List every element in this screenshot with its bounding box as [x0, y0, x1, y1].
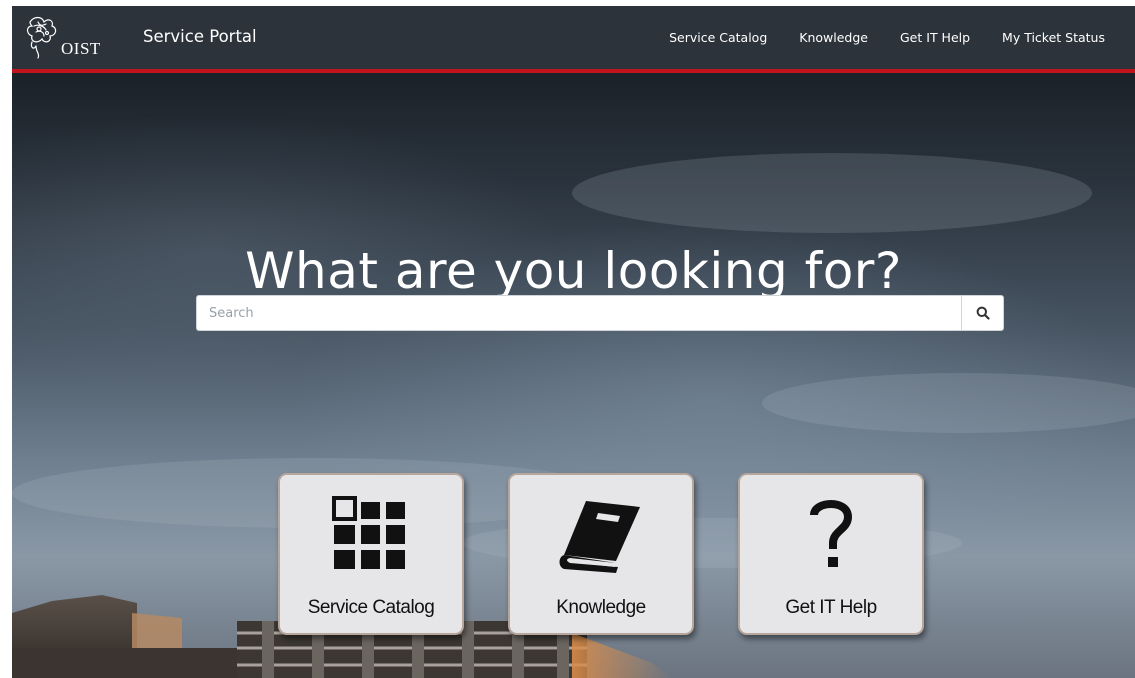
top-navbar: OIST Service Portal Service Catalog Know…: [12, 6, 1135, 73]
book-icon: [559, 501, 640, 573]
search-bar: [196, 295, 1004, 331]
nav-link-get-it-help[interactable]: Get IT Help: [900, 30, 970, 45]
question-mark-icon: [810, 500, 853, 567]
logo-text: OIST: [61, 39, 101, 58]
search-input[interactable]: [197, 296, 963, 330]
tile-get-it-help[interactable]: Get IT Help: [738, 473, 924, 635]
nav-link-my-ticket-status[interactable]: My Ticket Status: [1002, 30, 1105, 45]
tile-knowledge[interactable]: Knowledge: [508, 473, 694, 635]
nav-link-knowledge[interactable]: Knowledge: [799, 30, 868, 45]
portal-title[interactable]: Service Portal: [143, 27, 257, 46]
nav-link-service-catalog[interactable]: Service Catalog: [669, 30, 767, 45]
book-icon-wrapper: [510, 491, 692, 579]
portal-page: OIST Service Portal Service Catalog Know…: [12, 6, 1135, 678]
hero-section: What are you looking for? Search Service…: [12, 73, 1135, 678]
search-icon: [976, 306, 990, 320]
tile-label: Get IT Help: [785, 597, 877, 618]
tile-label: Knowledge: [556, 597, 646, 618]
tile-service-catalog[interactable]: Service Catalog: [278, 473, 464, 635]
grid-icon-wrapper: [280, 491, 462, 579]
search-button[interactable]: [961, 296, 1003, 330]
top-nav-menu: Service Catalog Knowledge Get IT Help My…: [669, 6, 1105, 69]
oist-logo[interactable]: OIST: [22, 12, 112, 62]
question-mark-icon-wrapper: [740, 491, 922, 579]
oist-emblem-icon: [26, 16, 57, 59]
tile-label: Service Catalog: [307, 597, 435, 618]
hero-heading: What are you looking for?: [245, 241, 902, 300]
grid-icon: [332, 496, 405, 569]
